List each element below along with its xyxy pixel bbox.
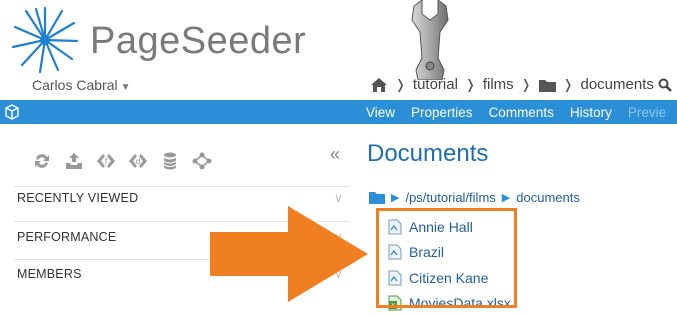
breadcrumb: ❭ tutorial ❭ films ❭ ❭ documents	[370, 76, 672, 93]
divider	[14, 186, 350, 187]
tab-bar: View Properties Comments History Previe	[366, 100, 677, 124]
inbox-upload-icon[interactable]	[64, 151, 84, 171]
highlight-box	[376, 208, 517, 308]
page-title: Documents	[367, 140, 488, 168]
folder-icon	[369, 191, 385, 204]
tab-preview[interactable]: Previe	[628, 105, 666, 120]
section-label: RECENTLY VIEWED	[17, 191, 138, 205]
folder-icon	[539, 78, 556, 92]
header: PageSeeder Carlos Cabral▼ ❭ tutorial ❭ f…	[0, 0, 677, 100]
user-menu[interactable]: Carlos Cabral▼	[32, 77, 131, 93]
code-d-icon[interactable]: d	[128, 151, 148, 171]
flow-icon[interactable]	[192, 151, 212, 171]
breadcrumb-separator-icon: ❭	[521, 77, 532, 93]
home-icon[interactable]	[370, 77, 388, 93]
arrow-right-icon	[210, 206, 368, 302]
breadcrumb-separator-icon: ❭	[563, 77, 574, 93]
section-label: MEMBERS	[17, 267, 82, 281]
database-icon[interactable]	[160, 151, 180, 171]
search-icon[interactable]	[658, 78, 672, 92]
svg-text:f: f	[105, 157, 108, 166]
tab-comments[interactable]: Comments	[489, 105, 554, 120]
svg-text:d: d	[135, 157, 140, 166]
breadcrumb-separator-icon: ❭	[395, 77, 406, 93]
code-diamond-icon[interactable]: f	[96, 151, 116, 171]
sidebar-section-recently-viewed[interactable]: RECENTLY VIEWED ∨	[17, 191, 347, 205]
logo-burst-icon	[10, 5, 80, 75]
logo-text: PageSeeder	[90, 20, 306, 63]
caret-down-icon: ▼	[121, 82, 131, 93]
path-arrow-icon: ▶	[502, 191, 510, 204]
breadcrumb-item-documents[interactable]: documents	[580, 76, 653, 93]
path-root-link[interactable]: /ps/tutorial/films	[405, 190, 495, 205]
cube-icon[interactable]	[4, 104, 20, 120]
path-current[interactable]: documents	[516, 190, 580, 205]
breadcrumb-item-films[interactable]: films	[483, 76, 514, 93]
toolbar: View Properties Comments History Previe	[0, 100, 677, 124]
tab-view[interactable]: View	[366, 105, 395, 120]
tab-history[interactable]: History	[570, 105, 612, 120]
section-label: PERFORMANCE	[17, 230, 116, 244]
chevron-down-icon: ∨	[334, 191, 343, 205]
breadcrumb-item-tutorial[interactable]: tutorial	[413, 76, 458, 93]
tab-properties[interactable]: Properties	[411, 105, 473, 120]
user-name: Carlos Cabral	[32, 77, 118, 93]
folder-path: ▶ /ps/tutorial/films ▶ documents	[369, 190, 580, 205]
breadcrumb-separator-icon: ❭	[465, 77, 476, 93]
collapse-panel-icon[interactable]: «	[330, 144, 340, 165]
wrench-icon	[400, 0, 460, 80]
sidebar-toolbar: f d	[32, 151, 212, 171]
path-arrow-icon: ▶	[391, 191, 399, 204]
refresh-icon[interactable]	[32, 151, 52, 171]
